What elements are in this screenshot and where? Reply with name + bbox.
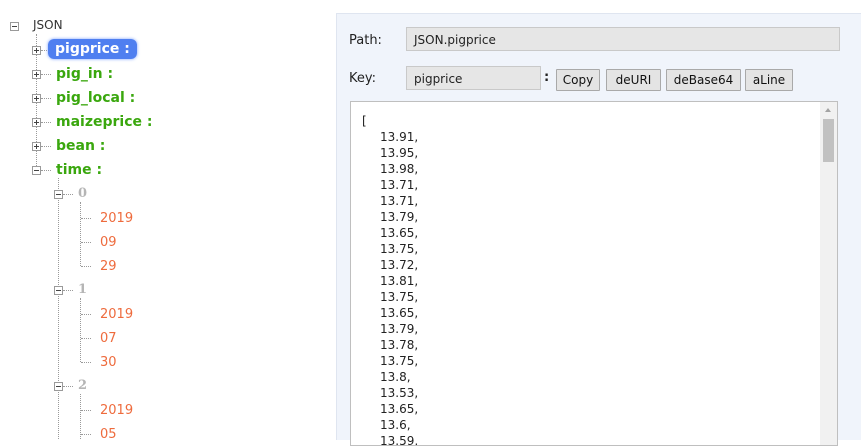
content-line: 13.6,	[380, 418, 411, 432]
tree-key-label: time :	[56, 162, 103, 178]
tree-key-maizeprice[interactable]: maizeprice :	[56, 112, 152, 132]
key-colon: :	[544, 70, 550, 85]
content-line: 13.65,	[380, 402, 419, 416]
expand-icon[interactable]	[32, 94, 41, 103]
content-line: 13.65,	[380, 306, 419, 320]
json-tree: JSON pigprice : pig_in : pig_local : mai…	[0, 0, 330, 439]
tree-value[interactable]: 05	[100, 424, 117, 439]
tree-index-label: 1	[78, 282, 88, 297]
debase64-button[interactable]: deBase64	[666, 69, 741, 91]
path-field[interactable]: JSON.pigprice	[406, 27, 840, 51]
expand-icon[interactable]	[32, 46, 41, 55]
tree-key-label: pig_in :	[56, 66, 114, 82]
aline-button[interactable]: aLine	[745, 69, 793, 91]
path-label: Path:	[349, 33, 382, 48]
tree-value-text: 2019	[100, 307, 134, 322]
collapse-icon[interactable]	[54, 382, 63, 391]
collapse-icon[interactable]	[10, 22, 19, 31]
expand-icon[interactable]	[32, 70, 41, 79]
copy-button[interactable]: Copy	[556, 69, 600, 91]
tree-key-pig-local[interactable]: pig_local :	[56, 88, 135, 108]
tree-value[interactable]: 30	[100, 352, 117, 372]
scroll-up-arrow-icon[interactable]	[825, 108, 831, 112]
tree-value-text: 05	[100, 427, 117, 439]
tree-index-0[interactable]: 0	[78, 183, 87, 203]
tree-index-label: 2	[78, 378, 88, 393]
tree-key-bean[interactable]: bean :	[56, 136, 105, 156]
content-line: 13.71,	[380, 194, 419, 208]
content-bracket: [	[362, 114, 367, 128]
expand-icon[interactable]	[32, 118, 41, 127]
path-value: JSON.pigprice	[414, 33, 496, 47]
content-line: 13.65,	[380, 226, 419, 240]
tree-root[interactable]: JSON	[33, 15, 63, 35]
deuri-button[interactable]: deURI	[606, 69, 661, 91]
content-line: 13.72,	[380, 258, 419, 272]
tree-key-label: bean :	[56, 138, 106, 154]
tree-value-text: 2019	[100, 211, 134, 226]
tree-value-text: 30	[100, 355, 117, 370]
tree-value[interactable]: 2019	[100, 304, 133, 324]
content-line: 13.71,	[380, 178, 419, 192]
content-line: 13.79,	[380, 210, 419, 224]
tree-key-pig-in[interactable]: pig_in :	[56, 64, 113, 84]
collapse-icon[interactable]	[54, 286, 63, 295]
tree-key-time[interactable]: time :	[56, 160, 102, 180]
value-content: [13.91, 13.95, 13.98, 13.71, 13.71, 13.79, 13.…	[362, 113, 419, 446]
tree-root-label: JSON	[33, 18, 63, 32]
tree-value[interactable]: 07	[100, 328, 117, 348]
expand-icon[interactable]	[32, 142, 41, 151]
content-line: 13.53,	[380, 386, 419, 400]
key-label: Key:	[349, 71, 377, 86]
content-line: 13.79,	[380, 322, 419, 336]
scrollbar-thumb[interactable]	[823, 119, 834, 162]
tree-index-2[interactable]: 2	[78, 375, 87, 395]
tree-value-text: 2019	[100, 403, 134, 418]
tree-index-1[interactable]: 1	[78, 279, 87, 299]
tree-key-label: pigprice :	[48, 39, 137, 59]
tree-value[interactable]: 09	[100, 232, 117, 252]
tree-value-text: 29	[100, 259, 117, 274]
tree-value-text: 07	[100, 331, 117, 346]
tree-key-label: pig_local :	[56, 90, 136, 106]
content-line: 13.75,	[380, 354, 419, 368]
content-line: 13.75,	[380, 242, 419, 256]
content-line: 13.98,	[380, 162, 419, 176]
tree-key-label: maizeprice :	[56, 114, 153, 130]
vertical-scrollbar[interactable]	[820, 102, 837, 445]
value-textarea[interactable]: [13.91, 13.95, 13.98, 13.71, 13.71, 13.79, 13.…	[350, 101, 838, 446]
key-field[interactable]: pigprice	[406, 66, 541, 90]
tree-value-text: 09	[100, 235, 117, 250]
tree-value[interactable]: 2019	[100, 400, 133, 420]
tree-key-pigprice[interactable]: pigprice :	[48, 39, 137, 59]
content-line: 13.75,	[380, 290, 419, 304]
tree-index-label: 0	[78, 186, 88, 201]
detail-panel: Path: JSON.pigprice Key: pigprice : Copy…	[336, 13, 861, 446]
tree-value[interactable]: 2019	[100, 208, 133, 228]
content-line: 13.8,	[380, 370, 411, 384]
content-line: 13.81,	[380, 274, 419, 288]
content-line: 13.59,	[380, 434, 419, 446]
tree-value[interactable]: 29	[100, 256, 117, 276]
content-line: 13.78,	[380, 338, 419, 352]
key-value: pigprice	[414, 72, 463, 86]
content-line: 13.91,	[380, 130, 419, 144]
collapse-icon[interactable]	[32, 166, 41, 175]
collapse-icon[interactable]	[54, 190, 63, 199]
content-line: 13.95,	[380, 146, 419, 160]
